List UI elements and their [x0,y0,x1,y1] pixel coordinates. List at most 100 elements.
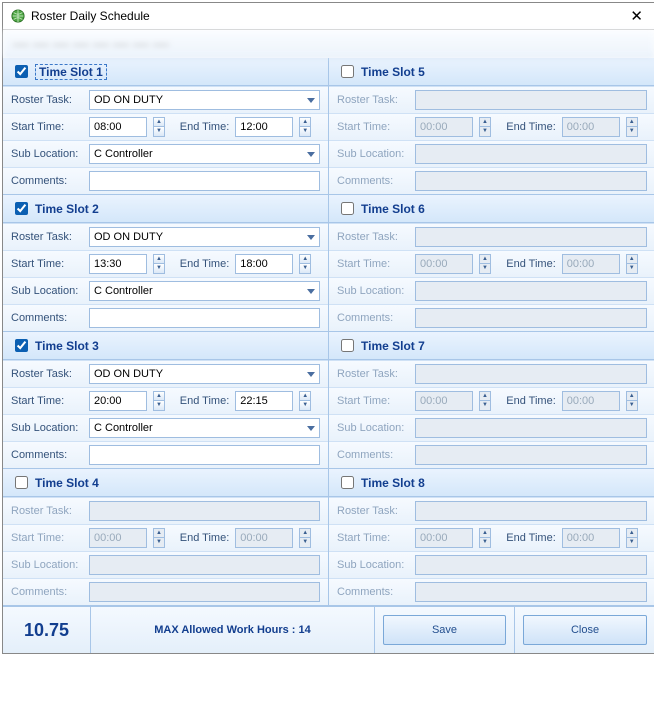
sub-location-select [415,555,647,575]
spinner-up-icon[interactable]: ▲ [153,254,165,264]
end-time-label: End Time: [180,258,230,270]
end-time-input[interactable] [235,254,293,274]
time-slot-1: Time Slot 1Roster Task:OD ON DUTYStart T… [3,58,329,195]
roster-task-row: Roster Task: [329,223,654,250]
time-row: Start Time:▲▼End Time:▲▼ [3,387,328,414]
spinner-down-icon[interactable]: ▼ [153,401,165,411]
roster-task-select[interactable]: OD ON DUTY [89,227,320,247]
time-row: Start Time:▲▼End Time:▲▼ [329,113,654,140]
roster-task-row: Roster Task: [329,497,654,524]
sub-location-select[interactable]: C Controller [89,281,320,301]
comments-row: Comments: [3,304,328,331]
start-spinner[interactable]: ▲▼ [479,528,491,548]
close-footer-button[interactable]: Close [523,615,647,645]
slot-title: Time Slot 5 [361,65,425,79]
end-time-group: ▲▼ [562,528,647,548]
end-spinner[interactable]: ▲▼ [299,528,311,548]
comments-input[interactable] [89,445,320,465]
spinner-up-icon[interactable]: ▲ [153,391,165,401]
spinner-down-icon[interactable]: ▼ [626,127,638,137]
end-time-label: End Time: [506,532,556,544]
spinner-down-icon[interactable]: ▼ [479,264,491,274]
end-time-label: End Time: [506,395,556,407]
start-spinner[interactable]: ▲▼ [153,117,165,137]
sub-location-select[interactable]: C Controller [89,144,320,164]
spinner-down-icon[interactable]: ▼ [299,264,311,274]
slot-enable-checkbox[interactable] [15,65,28,78]
end-spinner[interactable]: ▲▼ [299,254,311,274]
start-spinner[interactable]: ▲▼ [479,117,491,137]
sub-location-label: Sub Location: [337,148,409,160]
spinner-down-icon[interactable]: ▼ [299,538,311,548]
roster-task-select[interactable]: OD ON DUTY [89,364,320,384]
slot-enable-checkbox[interactable] [15,476,28,489]
spinner-up-icon[interactable]: ▲ [479,117,491,127]
save-button[interactable]: Save [383,615,506,645]
end-spinner[interactable]: ▲▼ [626,528,638,548]
spinner-down-icon[interactable]: ▼ [479,401,491,411]
comments-row: Comments: [3,578,328,605]
spinner-up-icon[interactable]: ▲ [626,528,638,538]
spinner-down-icon[interactable]: ▼ [479,538,491,548]
spinner-down-icon[interactable]: ▼ [153,538,165,548]
slot-enable-checkbox[interactable] [15,339,28,352]
sub-location-select[interactable]: C Controller [89,418,320,438]
start-spinner[interactable]: ▲▼ [153,391,165,411]
end-spinner[interactable]: ▲▼ [299,117,311,137]
sub-location-select [415,418,647,438]
start-time-input[interactable] [89,254,147,274]
end-spinner[interactable]: ▲▼ [626,391,638,411]
slot-enable-checkbox[interactable] [341,202,354,215]
spinner-down-icon[interactable]: ▼ [153,127,165,137]
start-spinner[interactable]: ▲▼ [479,254,491,274]
slot-enable-checkbox[interactable] [341,339,354,352]
start-spinner[interactable]: ▲▼ [153,254,165,274]
start-spinner[interactable]: ▲▼ [153,528,165,548]
spinner-down-icon[interactable]: ▼ [299,127,311,137]
slot-enable-checkbox[interactable] [341,476,354,489]
slot-enable-checkbox[interactable] [341,65,354,78]
spinner-up-icon[interactable]: ▲ [299,254,311,264]
spinner-down-icon[interactable]: ▼ [626,401,638,411]
spinner-up-icon[interactable]: ▲ [626,254,638,264]
spinner-up-icon[interactable]: ▲ [479,391,491,401]
spinner-up-icon[interactable]: ▲ [299,117,311,127]
spinner-down-icon[interactable]: ▼ [626,538,638,548]
spinner-up-icon[interactable]: ▲ [626,117,638,127]
sub-location-label: Sub Location: [11,422,83,434]
spinner-down-icon[interactable]: ▼ [626,264,638,274]
start-time-input[interactable] [89,117,147,137]
spinner-up-icon[interactable]: ▲ [479,528,491,538]
close-button[interactable]: ✕ [626,7,647,25]
start-time-input[interactable] [89,391,147,411]
spinner-up-icon[interactable]: ▲ [479,254,491,264]
spinner-up-icon[interactable]: ▲ [626,391,638,401]
comments-input[interactable] [89,171,320,191]
sub-location-row: Sub Location: [3,551,328,578]
end-time-label: End Time: [506,258,556,270]
spinner-up-icon[interactable]: ▲ [153,117,165,127]
roster-task-select[interactable]: OD ON DUTY [89,90,320,110]
spinner-down-icon[interactable]: ▼ [299,401,311,411]
slot-header: Time Slot 3 [3,332,328,360]
end-spinner[interactable]: ▲▼ [626,117,638,137]
end-spinner[interactable]: ▲▼ [626,254,638,274]
comments-label: Comments: [11,312,83,324]
end-time-input[interactable] [235,391,293,411]
end-time-label: End Time: [506,121,556,133]
spinner-down-icon[interactable]: ▼ [153,264,165,274]
spinner-up-icon[interactable]: ▲ [153,528,165,538]
end-time-label: End Time: [180,121,230,133]
spinner-up-icon[interactable]: ▲ [299,391,311,401]
comments-input[interactable] [89,308,320,328]
spinner-down-icon[interactable]: ▼ [479,127,491,137]
end-time-input[interactable] [235,117,293,137]
slot-enable-checkbox[interactable] [15,202,28,215]
start-time-label: Start Time: [337,395,409,407]
start-time-input [415,117,473,137]
start-spinner[interactable]: ▲▼ [479,391,491,411]
spinner-up-icon[interactable]: ▲ [299,528,311,538]
time-row: Start Time:▲▼End Time:▲▼ [3,524,328,551]
start-time-label: Start Time: [337,121,409,133]
end-spinner[interactable]: ▲▼ [299,391,311,411]
